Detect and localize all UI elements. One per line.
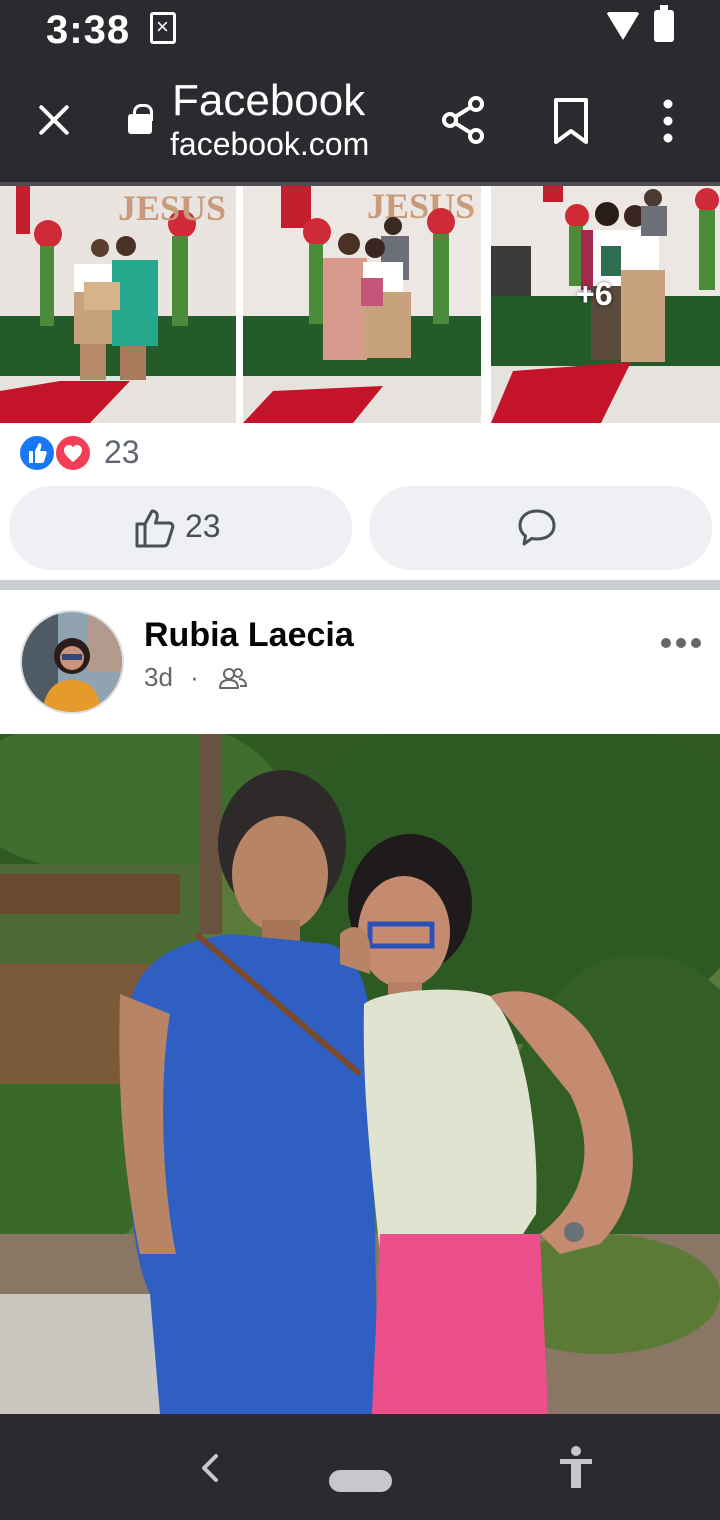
more-horiz-icon	[661, 638, 701, 648]
lock-icon	[128, 104, 153, 134]
system-nav-bar	[0, 1414, 720, 1520]
post-meta: 3d ·	[144, 662, 248, 693]
back-icon	[202, 1454, 218, 1482]
svg-text:JESUS: JESUS	[118, 188, 226, 228]
close-button[interactable]	[30, 96, 78, 144]
reaction-count: 23	[104, 434, 140, 470]
page-url[interactable]: facebook.com	[170, 126, 369, 163]
like-button[interactable]: 23	[9, 486, 352, 570]
like-button-count: 23	[185, 508, 221, 544]
browser-toolbar: Facebook facebook.com	[0, 60, 720, 182]
back-button[interactable]	[196, 1450, 226, 1486]
share-icon	[442, 96, 484, 144]
post-options-button[interactable]	[660, 636, 702, 648]
comment-button[interactable]	[369, 486, 712, 570]
post-author[interactable]: Rubia Laecia	[144, 616, 354, 655]
status-time: 3:38	[46, 8, 131, 52]
meta-separator: ·	[190, 662, 199, 692]
comment-icon	[518, 509, 556, 546]
accessibility-button[interactable]	[556, 1444, 596, 1492]
notification-icon	[150, 12, 176, 44]
share-button[interactable]	[438, 94, 490, 146]
thumbs-up-icon	[135, 509, 175, 548]
post-time[interactable]: 3d	[144, 662, 173, 692]
home-button[interactable]	[329, 1470, 392, 1492]
svg-text:JESUS: JESUS	[367, 186, 475, 226]
post-photo-2[interactable]: JESUS	[243, 186, 481, 423]
accessibility-icon	[560, 1446, 592, 1488]
friends-icon	[219, 668, 248, 689]
bookmark-button[interactable]	[548, 96, 594, 146]
more-options-button[interactable]	[650, 96, 686, 146]
feed-separator	[0, 580, 720, 590]
like-reaction-icon	[18, 434, 56, 472]
wifi-icon	[606, 12, 640, 40]
status-bar: 3:38	[0, 0, 720, 60]
love-reaction-icon	[54, 434, 92, 472]
battery-icon	[654, 5, 674, 42]
more-vert-icon	[663, 99, 673, 143]
post-image[interactable]	[0, 734, 720, 1414]
post-photo-1[interactable]: JESUS	[0, 186, 236, 423]
avatar[interactable]	[20, 610, 124, 714]
page-title[interactable]: Facebook	[172, 76, 365, 126]
more-photos-count[interactable]: +6	[576, 276, 612, 313]
bookmark-icon	[554, 98, 588, 144]
